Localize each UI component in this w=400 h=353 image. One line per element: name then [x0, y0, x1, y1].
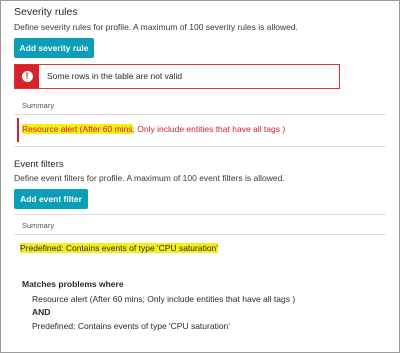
highlighted-text: Predefined: Contains events of type 'CPU…	[20, 243, 218, 253]
matches-and-label: AND	[32, 307, 51, 317]
event-filters-title: Event filters	[14, 159, 64, 170]
highlighted-text: Resource alert (After 60 mins	[22, 124, 133, 134]
validation-alert: ! Some rows in the table are not valid	[14, 64, 340, 89]
invalid-row-indicator	[17, 118, 19, 142]
event-filters-description: Define event filters for profile. A maxi…	[14, 173, 285, 183]
divider	[14, 146, 386, 147]
divider	[14, 214, 386, 215]
severity-rules-description: Define severity rules for profile. A max…	[14, 22, 298, 32]
severity-rule-row[interactable]: Resource alert (After 60 mins; Only incl…	[22, 124, 285, 134]
error-icon: !	[21, 71, 33, 82]
add-event-filter-button[interactable]: Add event filter	[14, 189, 88, 209]
alert-icon-box: !	[15, 65, 39, 88]
divider	[14, 114, 386, 115]
severity-rules-title: Severity rules	[14, 6, 78, 18]
matches-line-1: Resource alert (After 60 mins; Only incl…	[32, 294, 296, 304]
matches-line-2: Predefined: Contains events of type 'CPU…	[32, 321, 230, 331]
event-summary-header: Summary	[22, 221, 55, 230]
add-severity-rule-button[interactable]: Add severity rule	[14, 38, 94, 58]
matches-title: Matches problems where	[22, 279, 124, 289]
divider	[14, 234, 386, 235]
severity-summary-header: Summary	[22, 101, 55, 110]
event-filter-row[interactable]: Predefined: Contains events of type 'CPU…	[20, 243, 218, 253]
alert-message: Some rows in the table are not valid	[47, 71, 183, 81]
row-rest-text: ; Only include entities that have all ta…	[132, 124, 286, 134]
